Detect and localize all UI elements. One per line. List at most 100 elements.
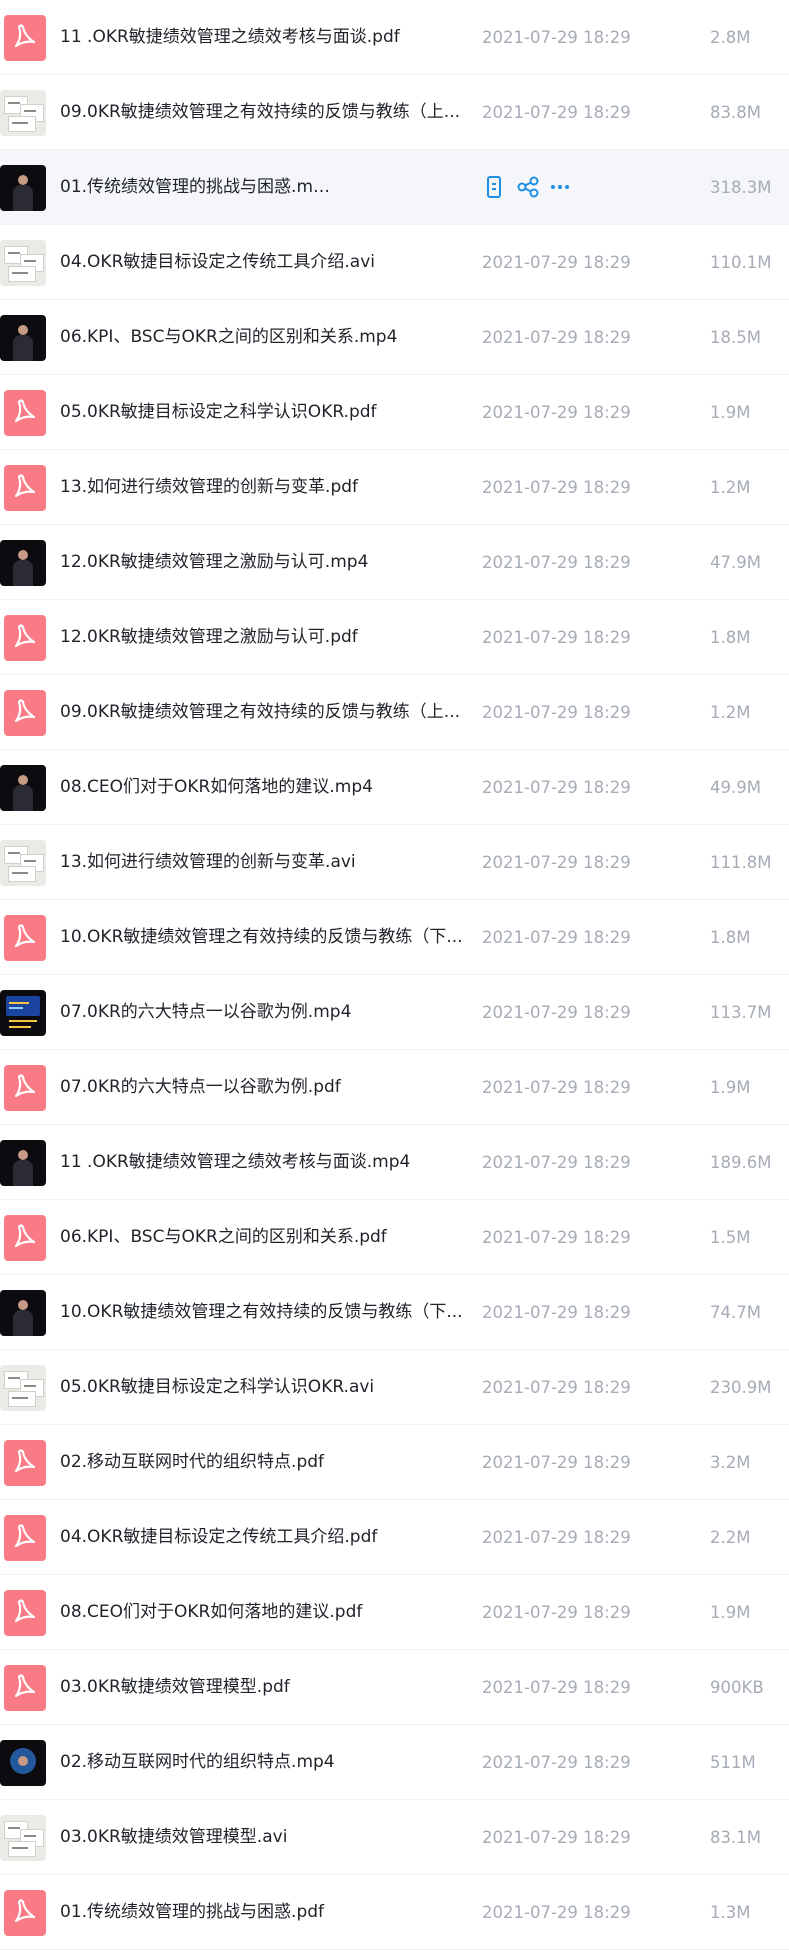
file-row[interactable]: 11 .OKR敏捷绩效管理之绩效考核与面谈.pdf 2021-07-29 18:2… — [0, 0, 789, 75]
file-row[interactable]: 10.OKR敏捷绩效管理之有效持续的反馈与教练（下... 2021-07-29 1… — [0, 900, 789, 975]
file-row[interactable]: 05.0KR敏捷目标设定之科学认识OKR.avi 2021-07-29 18:29… — [0, 1350, 789, 1425]
file-size: 230.9M — [710, 1378, 772, 1397]
file-modified-date: 2021-07-29 18:29 — [482, 1378, 631, 1397]
video-thumbnail — [0, 165, 46, 211]
file-name[interactable]: 04.OKR敏捷目标设定之传统工具介绍.avi — [60, 225, 478, 300]
file-modified-date: 2021-07-29 18:29 — [482, 253, 631, 272]
file-row[interactable]: 12.0KR敏捷绩效管理之激励与认可.pdf 2021-07-29 18:29 1.… — [0, 600, 789, 675]
file-row[interactable]: 08.CEO们对于OKR如何落地的建议.pdf 2021-07-29 18:29 1… — [0, 1575, 789, 1650]
file-name[interactable]: 01.传统绩效管理的挑战与困惑.mp4 — [60, 150, 330, 225]
file-modified-date: 2021-07-29 18:29 — [482, 28, 631, 47]
file-size: 2.8M — [710, 28, 751, 47]
pdf-file-icon — [4, 1890, 46, 1936]
file-name[interactable]: 05.0KR敏捷目标设定之科学认识OKR.avi — [60, 1350, 478, 1425]
file-row[interactable]: 09.0KR敏捷绩效管理之有效持续的反馈与教练（上... 2021-07-29 1… — [0, 675, 789, 750]
file-row[interactable]: 10.OKR敏捷绩效管理之有效持续的反馈与教练（下... 2021-07-29 1… — [0, 1275, 789, 1350]
file-row[interactable]: 06.KPI、BSC与OKR之间的区别和关系.pdf 2021-07-29 18:… — [0, 1200, 789, 1275]
file-list: 11 .OKR敏捷绩效管理之绩效考核与面谈.pdf 2021-07-29 18:2… — [0, 0, 789, 1950]
file-modified-date: 2021-07-29 18:29 — [482, 1753, 631, 1772]
file-name[interactable]: 06.KPI、BSC与OKR之间的区别和关系.mp4 — [60, 300, 478, 375]
file-row[interactable]: 08.CEO们对于OKR如何落地的建议.mp4 2021-07-29 18:29 4… — [0, 750, 789, 825]
file-name[interactable]: 01.传统绩效管理的挑战与困惑.pdf — [60, 1875, 478, 1950]
video-thumbnail — [0, 765, 46, 811]
file-row[interactable]: 01.传统绩效管理的挑战与困惑.mp4 318.3M — [0, 150, 789, 225]
file-size: 3.2M — [710, 1453, 751, 1472]
pdf-file-icon — [4, 615, 46, 661]
file-row[interactable]: 04.OKR敏捷目标设定之传统工具介绍.avi 2021-07-29 18:29 1… — [0, 225, 789, 300]
file-name[interactable]: 09.0KR敏捷绩效管理之有效持续的反馈与教练（上... — [60, 75, 478, 150]
video-thumbnail — [0, 990, 46, 1036]
file-size: 318.3M — [710, 178, 772, 197]
video-thumbnail — [0, 1740, 46, 1786]
file-row[interactable]: 01.传统绩效管理的挑战与困惑.pdf 2021-07-29 18:29 1.3M — [0, 1875, 789, 1950]
file-row[interactable]: 02.移动互联网时代的组织特点.pdf 2021-07-29 18:29 3.2M — [0, 1425, 789, 1500]
file-name[interactable]: 04.OKR敏捷目标设定之传统工具介绍.pdf — [60, 1500, 478, 1575]
file-modified-date: 2021-07-29 18:29 — [482, 853, 631, 872]
file-name[interactable]: 02.移动互联网时代的组织特点.mp4 — [60, 1725, 478, 1800]
file-row[interactable]: 11 .OKR敏捷绩效管理之绩效考核与面谈.mp4 2021-07-29 18:2… — [0, 1125, 789, 1200]
file-name[interactable]: 06.KPI、BSC与OKR之间的区别和关系.pdf — [60, 1200, 478, 1275]
video-thumbnail — [0, 315, 46, 361]
video-thumbnail — [0, 1290, 46, 1336]
file-row[interactable]: 02.移动互联网时代的组织特点.mp4 2021-07-29 18:29 511M — [0, 1725, 789, 1800]
file-name[interactable]: 02.移动互联网时代的组织特点.pdf — [60, 1425, 478, 1500]
file-row[interactable]: 09.0KR敏捷绩效管理之有效持续的反馈与教练（上... 2021-07-29 1… — [0, 75, 789, 150]
file-size: 113.7M — [710, 1003, 772, 1022]
file-modified-date: 2021-07-29 18:29 — [482, 103, 631, 122]
file-name[interactable]: 10.OKR敏捷绩效管理之有效持续的反馈与教练（下... — [60, 1275, 478, 1350]
file-row[interactable]: 06.KPI、BSC与OKR之间的区别和关系.mp4 2021-07-29 18:… — [0, 300, 789, 375]
file-modified-date: 2021-07-29 18:29 — [482, 1303, 631, 1322]
file-size: 83.8M — [710, 103, 761, 122]
file-row[interactable]: 13.如何进行绩效管理的创新与变革.pdf 2021-07-29 18:29 1.2… — [0, 450, 789, 525]
file-size: 83.1M — [710, 1828, 761, 1847]
file-name[interactable]: 11 .OKR敏捷绩效管理之绩效考核与面谈.pdf — [60, 0, 478, 75]
file-size: 111.8M — [710, 853, 772, 872]
file-modified-date: 2021-07-29 18:29 — [482, 1003, 631, 1022]
file-name[interactable]: 12.0KR敏捷绩效管理之激励与认可.mp4 — [60, 525, 478, 600]
file-name[interactable]: 07.0KR的六大特点一以谷歌为例.mp4 — [60, 975, 478, 1050]
file-modified-date: 2021-07-29 18:29 — [482, 1153, 631, 1172]
file-modified-date: 2021-07-29 18:29 — [482, 403, 631, 422]
file-name[interactable]: 03.0KR敏捷绩效管理模型.avi — [60, 1800, 478, 1875]
file-size: 1.8M — [710, 928, 751, 947]
file-row[interactable]: 13.如何进行绩效管理的创新与变革.avi 2021-07-29 18:29 111… — [0, 825, 789, 900]
file-row[interactable]: 05.0KR敏捷目标设定之科学认识OKR.pdf 2021-07-29 18:29… — [0, 375, 789, 450]
file-modified-date: 2021-07-29 18:29 — [482, 553, 631, 572]
file-modified-date: 2021-07-29 18:29 — [482, 1453, 631, 1472]
file-name[interactable]: 13.如何进行绩效管理的创新与变革.pdf — [60, 450, 478, 525]
file-row[interactable]: 07.0KR的六大特点一以谷歌为例.mp4 2021-07-29 18:29 113… — [0, 975, 789, 1050]
more-icon[interactable] — [547, 174, 573, 200]
video-thumbnail — [0, 840, 46, 886]
share-icon[interactable] — [515, 174, 541, 200]
file-row[interactable]: 03.0KR敏捷绩效管理模型.avi 2021-07-29 18:29 83.1M — [0, 1800, 789, 1875]
file-name[interactable]: 11 .OKR敏捷绩效管理之绩效考核与面谈.mp4 — [60, 1125, 478, 1200]
file-name[interactable]: 07.0KR的六大特点一以谷歌为例.pdf — [60, 1050, 478, 1125]
file-row[interactable]: 12.0KR敏捷绩效管理之激励与认可.mp4 2021-07-29 18:29 47… — [0, 525, 789, 600]
file-size: 1.9M — [710, 1078, 751, 1097]
phone-icon[interactable] — [481, 174, 507, 200]
video-thumbnail — [0, 90, 46, 136]
file-modified-date: 2021-07-29 18:29 — [482, 1603, 631, 1622]
pdf-file-icon — [4, 1515, 46, 1561]
file-row[interactable]: 07.0KR的六大特点一以谷歌为例.pdf 2021-07-29 18:29 1.9… — [0, 1050, 789, 1125]
pdf-file-icon — [4, 1590, 46, 1636]
pdf-file-icon — [4, 465, 46, 511]
file-row[interactable]: 03.0KR敏捷绩效管理模型.pdf 2021-07-29 18:29 900KB — [0, 1650, 789, 1725]
video-thumbnail — [0, 240, 46, 286]
file-modified-date: 2021-07-29 18:29 — [482, 478, 631, 497]
file-modified-date: 2021-07-29 18:29 — [482, 1228, 631, 1247]
file-name[interactable]: 08.CEO们对于OKR如何落地的建议.mp4 — [60, 750, 478, 825]
file-name[interactable]: 12.0KR敏捷绩效管理之激励与认可.pdf — [60, 600, 478, 675]
file-size: 47.9M — [710, 553, 761, 572]
file-size: 1.2M — [710, 703, 751, 722]
file-row[interactable]: 04.OKR敏捷目标设定之传统工具介绍.pdf 2021-07-29 18:29 2… — [0, 1500, 789, 1575]
file-name[interactable]: 13.如何进行绩效管理的创新与变革.avi — [60, 825, 478, 900]
file-name[interactable]: 08.CEO们对于OKR如何落地的建议.pdf — [60, 1575, 478, 1650]
file-name[interactable]: 09.0KR敏捷绩效管理之有效持续的反馈与教练（上... — [60, 675, 478, 750]
file-modified-date: 2021-07-29 18:29 — [482, 1528, 631, 1547]
file-size: 511M — [710, 1753, 756, 1772]
file-name[interactable]: 03.0KR敏捷绩效管理模型.pdf — [60, 1650, 478, 1725]
file-size: 1.2M — [710, 478, 751, 497]
file-name[interactable]: 10.OKR敏捷绩效管理之有效持续的反馈与教练（下... — [60, 900, 478, 975]
file-name[interactable]: 05.0KR敏捷目标设定之科学认识OKR.pdf — [60, 375, 478, 450]
